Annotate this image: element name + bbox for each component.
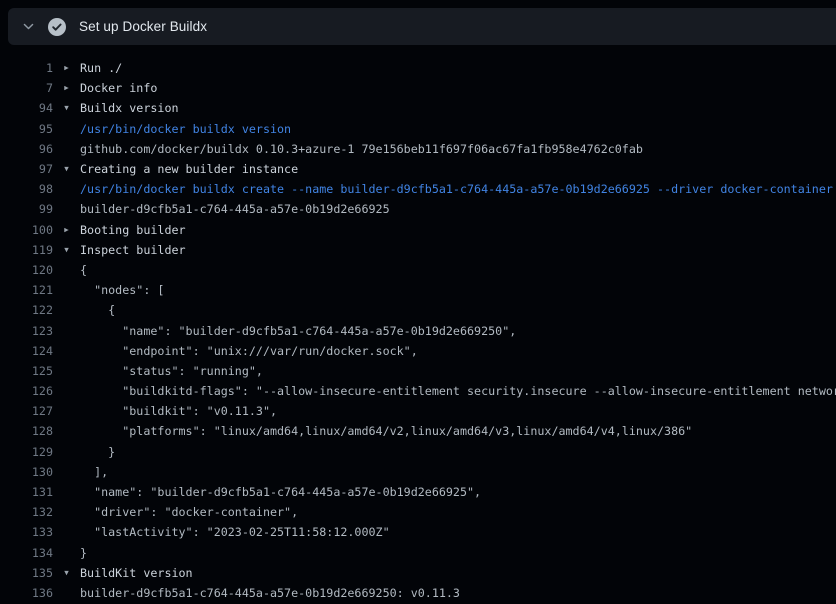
log-line: 121 "nodes": [ xyxy=(0,280,836,300)
log-line: 133 "lastActivity": "2023-02-25T11:58:12… xyxy=(0,522,836,542)
log-line: 99 builder-d9cfb5a1-c764-445a-a57e-0b19d2… xyxy=(0,199,836,219)
log-line: 131 "name": "builder-d9cfb5a1-c764-445a-… xyxy=(0,482,836,502)
log-group-title[interactable]: Run ./ xyxy=(80,61,122,75)
line-number[interactable]: 135 xyxy=(0,566,53,580)
log-group-title[interactable]: Buildx version xyxy=(80,101,179,115)
log-output-text: builder-d9cfb5a1-c764-445a-a57e-0b19d2e6… xyxy=(80,202,390,216)
log-line: 100▶Booting builder xyxy=(0,220,836,240)
log-group-title[interactable]: Docker info xyxy=(80,81,157,95)
log-output-text: "status": "running", xyxy=(80,364,263,378)
log-output-text: { xyxy=(80,263,87,277)
line-number[interactable]: 123 xyxy=(0,324,53,338)
log-line: 7▶Docker info xyxy=(0,78,836,98)
log-line: 95/usr/bin/docker buildx version xyxy=(0,119,836,139)
line-number[interactable]: 96 xyxy=(0,142,53,156)
line-number[interactable]: 97 xyxy=(0,162,53,176)
log-line: 98/usr/bin/docker buildx create --name b… xyxy=(0,179,836,199)
line-number[interactable]: 134 xyxy=(0,546,53,560)
log-line: 124 "endpoint": "unix:///var/run/docker.… xyxy=(0,341,836,361)
line-number[interactable]: 128 xyxy=(0,424,53,438)
line-number[interactable]: 98 xyxy=(0,182,53,196)
log-line: 136 builder-d9cfb5a1-c764-445a-a57e-0b19d… xyxy=(0,583,836,603)
line-number[interactable]: 127 xyxy=(0,404,53,418)
log-output-text: builder-d9cfb5a1-c764-445a-a57e-0b19d2e6… xyxy=(80,586,460,600)
log-line: 119▼Inspect builder xyxy=(0,240,836,260)
log-output-text: "nodes": [ xyxy=(80,283,164,297)
line-number[interactable]: 121 xyxy=(0,283,53,297)
group-collapsed-toggle-icon[interactable]: ▶ xyxy=(53,220,80,240)
log-output-text: "buildkit": "v0.11.3", xyxy=(80,404,277,418)
log-line: 135▼BuildKit version xyxy=(0,563,836,583)
log-line: 130 ], xyxy=(0,462,836,482)
line-number[interactable]: 129 xyxy=(0,445,53,459)
line-number[interactable]: 7 xyxy=(0,81,53,95)
log-output-text: } xyxy=(80,445,115,459)
log-command-text: /usr/bin/docker buildx create --name bui… xyxy=(80,182,833,196)
chevron-down-icon[interactable] xyxy=(22,20,35,33)
log-line: 97▼Creating a new builder instance xyxy=(0,159,836,179)
step-header[interactable]: Set up Docker Buildx xyxy=(8,8,836,45)
log-line: 96 github.com/docker/buildx 0.10.3+azure-… xyxy=(0,139,836,159)
log-output-text: "name": "builder-d9cfb5a1-c764-445a-a57e… xyxy=(80,324,516,338)
log-line: 129 } xyxy=(0,442,836,462)
log-line: 122 { xyxy=(0,300,836,320)
log-command-text: /usr/bin/docker buildx version xyxy=(80,122,291,136)
line-number[interactable]: 119 xyxy=(0,243,53,257)
log-output-text: "endpoint": "unix:///var/run/docker.sock… xyxy=(80,344,418,358)
log-output-text: { xyxy=(80,303,115,317)
log-output-text: "name": "builder-d9cfb5a1-c764-445a-a57e… xyxy=(80,485,481,499)
log-output-text: "platforms": "linux/amd64,linux/amd64/v2… xyxy=(80,424,692,438)
log-group-title[interactable]: BuildKit version xyxy=(80,566,193,580)
line-number[interactable]: 99 xyxy=(0,202,53,216)
log-output-text: ], xyxy=(80,465,108,479)
log-line: 126 "buildkitd-flags": "--allow-insecure… xyxy=(0,381,836,401)
log-output-text: "driver": "docker-container", xyxy=(80,505,298,519)
group-collapsed-toggle-icon[interactable]: ▶ xyxy=(53,78,80,98)
group-expanded-toggle-icon[interactable]: ▼ xyxy=(53,563,80,583)
line-number[interactable]: 126 xyxy=(0,384,53,398)
log-group-title[interactable]: Creating a new builder instance xyxy=(80,162,298,176)
log-output-text: "lastActivity": "2023-02-25T11:58:12.000… xyxy=(80,525,390,539)
log-line: 127 "buildkit": "v0.11.3", xyxy=(0,401,836,421)
group-expanded-toggle-icon[interactable]: ▼ xyxy=(53,159,80,179)
log-line: 134} xyxy=(0,543,836,563)
line-number[interactable]: 1 xyxy=(0,61,53,75)
line-number[interactable]: 130 xyxy=(0,465,53,479)
line-number[interactable]: 94 xyxy=(0,101,53,115)
log-output-text: } xyxy=(80,546,87,560)
line-number[interactable]: 131 xyxy=(0,485,53,499)
line-number[interactable]: 125 xyxy=(0,364,53,378)
log-line: 123 "name": "builder-d9cfb5a1-c764-445a-… xyxy=(0,320,836,340)
group-collapsed-toggle-icon[interactable]: ▶ xyxy=(53,58,80,78)
log-line: 132 "driver": "docker-container", xyxy=(0,502,836,522)
log-group-title[interactable]: Inspect builder xyxy=(80,243,186,257)
line-number[interactable]: 132 xyxy=(0,505,53,519)
log-line: 125 "status": "running", xyxy=(0,361,836,381)
log-line: 94▼Buildx version xyxy=(0,98,836,118)
group-expanded-toggle-icon[interactable]: ▼ xyxy=(53,240,80,260)
line-number[interactable]: 120 xyxy=(0,263,53,277)
log-line: 120 { xyxy=(0,260,836,280)
check-circle-icon xyxy=(48,18,66,36)
log-group-title[interactable]: Booting builder xyxy=(80,223,186,237)
step-title: Set up Docker Buildx xyxy=(79,19,207,34)
line-number[interactable]: 136 xyxy=(0,586,53,600)
log-output-text: "buildkitd-flags": "--allow-insecure-ent… xyxy=(80,384,836,398)
group-expanded-toggle-icon[interactable]: ▼ xyxy=(53,98,80,118)
line-number[interactable]: 95 xyxy=(0,122,53,136)
log-line: 128 "platforms": "linux/amd64,linux/amd6… xyxy=(0,421,836,441)
log-line: 1▶Run ./ xyxy=(0,58,836,78)
line-number[interactable]: 122 xyxy=(0,303,53,317)
line-number[interactable]: 124 xyxy=(0,344,53,358)
line-number[interactable]: 133 xyxy=(0,525,53,539)
line-number[interactable]: 100 xyxy=(0,223,53,237)
log-lines: 1▶Run ./7▶Docker info94▼Buildx version95… xyxy=(0,45,836,604)
log-output-text: github.com/docker/buildx 0.10.3+azure-1 … xyxy=(80,142,643,156)
